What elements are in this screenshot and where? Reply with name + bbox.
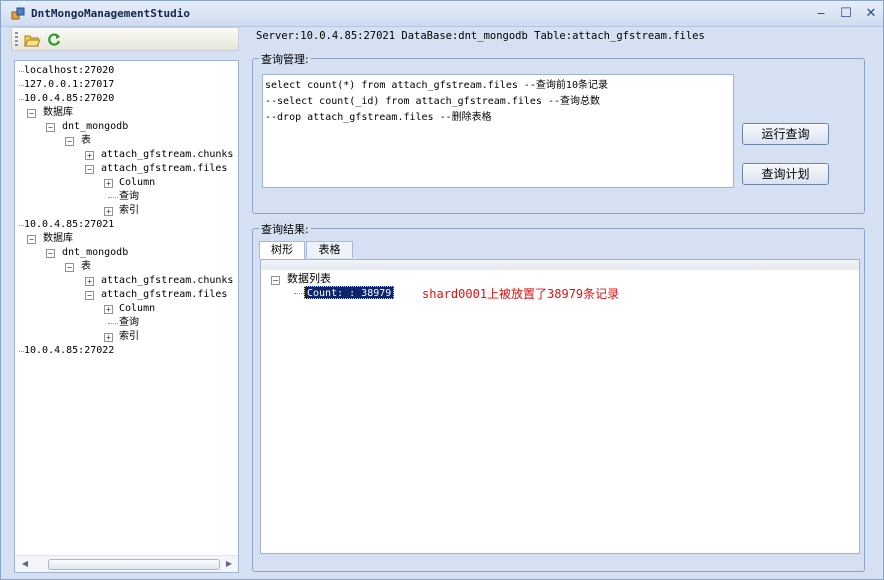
window-title: DntMongoManagementStudio bbox=[31, 7, 190, 20]
tree-node-table-folder[interactable]: 表 bbox=[81, 134, 91, 148]
tree-node-column[interactable]: Column bbox=[119, 302, 155, 316]
tree-node-table[interactable]: attach_gfstream.files bbox=[101, 288, 227, 302]
expand-icon[interactable]: + bbox=[104, 207, 113, 216]
result-root-node[interactable]: 数据列表 bbox=[287, 272, 331, 286]
expand-icon[interactable]: + bbox=[104, 333, 113, 342]
maximize-button[interactable]: ☐ bbox=[836, 5, 856, 23]
expand-icon[interactable]: + bbox=[85, 151, 94, 160]
collapse-icon[interactable]: − bbox=[65, 137, 74, 146]
query-group-legend: 查询管理: bbox=[259, 51, 311, 67]
title-bar: DntMongoManagementStudio ‒ ☐ ✕ bbox=[1, 1, 883, 27]
tree-node-database-folder[interactable]: 数据库 bbox=[43, 106, 73, 120]
expand-icon[interactable]: + bbox=[85, 277, 94, 286]
tree-node-query[interactable]: 查询 bbox=[119, 316, 139, 330]
tab-table[interactable]: 表格 bbox=[306, 241, 353, 258]
tree-node-index[interactable]: 索引 bbox=[119, 330, 139, 344]
scroll-right-icon[interactable]: ▶ bbox=[223, 558, 235, 570]
result-group-legend: 查询结果: bbox=[259, 221, 311, 237]
query-editor[interactable]: select count(*) from attach_gfstream.fil… bbox=[262, 74, 734, 188]
open-folder-icon[interactable] bbox=[23, 31, 41, 49]
server-tree: localhost:27020 127.0.0.1:27017 10.0.4.8… bbox=[15, 61, 238, 556]
tree-node-database-folder[interactable]: 数据库 bbox=[43, 232, 73, 246]
refresh-icon[interactable] bbox=[45, 31, 63, 49]
tree-node-table[interactable]: attach_gfstream.chunks bbox=[101, 148, 233, 162]
query-line: select count(*) from attach_gfstream.fil… bbox=[265, 80, 608, 91]
collapse-icon[interactable]: − bbox=[271, 276, 280, 285]
expand-icon[interactable]: + bbox=[104, 305, 113, 314]
tree-node-server[interactable]: 10.0.4.85:27022 bbox=[24, 344, 114, 358]
collapse-icon[interactable]: − bbox=[85, 291, 94, 300]
main-window: DntMongoManagementStudio ‒ ☐ ✕ localhost… bbox=[0, 0, 884, 580]
collapse-icon[interactable]: − bbox=[46, 123, 55, 132]
tree-node-database[interactable]: dnt_mongodb bbox=[62, 246, 128, 260]
tree-node-index[interactable]: 索引 bbox=[119, 204, 139, 218]
annotation-note: shard0001上被放置了38979条记录 bbox=[422, 287, 620, 301]
collapse-icon[interactable]: − bbox=[27, 235, 36, 244]
collapse-icon[interactable]: − bbox=[65, 263, 74, 272]
connection-info: Server:10.0.4.85:27021 DataBase:dnt_mong… bbox=[256, 30, 705, 42]
collapse-icon[interactable]: − bbox=[46, 249, 55, 258]
toolbar-grip bbox=[15, 32, 18, 48]
tab-tree[interactable]: 树形 bbox=[259, 241, 305, 259]
expand-icon[interactable]: + bbox=[104, 179, 113, 188]
result-header-bar bbox=[261, 260, 859, 270]
result-tree-view: − 数据列表 bbox=[260, 259, 860, 554]
result-count-node[interactable]: Count: : 38979 bbox=[304, 286, 395, 299]
scrollbar-thumb[interactable] bbox=[48, 559, 220, 570]
tree-node-table-folder[interactable]: 表 bbox=[81, 260, 91, 274]
run-query-button[interactable]: 运行查询 bbox=[742, 123, 829, 145]
query-line: --drop attach_gfstream.files --删除表格 bbox=[265, 112, 492, 123]
tree-node-table[interactable]: attach_gfstream.files bbox=[101, 162, 227, 176]
tree-horizontal-scrollbar[interactable]: ◀ ▶ bbox=[15, 555, 238, 572]
tree-node-server[interactable]: 127.0.0.1:27017 bbox=[24, 78, 114, 92]
minimize-button[interactable]: ‒ bbox=[811, 5, 831, 23]
collapse-icon[interactable]: − bbox=[27, 109, 36, 118]
tree-node-server[interactable]: 10.0.4.85:27020 bbox=[24, 92, 114, 106]
tree-node-server[interactable]: 10.0.4.85:27021 bbox=[24, 218, 114, 232]
toolbar bbox=[11, 27, 239, 51]
app-icon bbox=[11, 7, 25, 20]
tree-node-database[interactable]: dnt_mongodb bbox=[62, 120, 128, 134]
collapse-icon[interactable]: − bbox=[85, 165, 94, 174]
query-plan-button[interactable]: 查询计划 bbox=[742, 163, 829, 185]
server-tree-panel: localhost:27020 127.0.0.1:27017 10.0.4.8… bbox=[14, 60, 239, 573]
scroll-left-icon[interactable]: ◀ bbox=[19, 558, 31, 570]
tree-node-query[interactable]: 查询 bbox=[119, 190, 139, 204]
close-button[interactable]: ✕ bbox=[861, 5, 881, 23]
tree-node-server[interactable]: localhost:27020 bbox=[24, 64, 114, 78]
tree-node-table[interactable]: attach_gfstream.chunks bbox=[101, 274, 233, 288]
query-line: --select count(_id) from attach_gfstream… bbox=[265, 96, 601, 107]
tree-node-column[interactable]: Column bbox=[119, 176, 155, 190]
